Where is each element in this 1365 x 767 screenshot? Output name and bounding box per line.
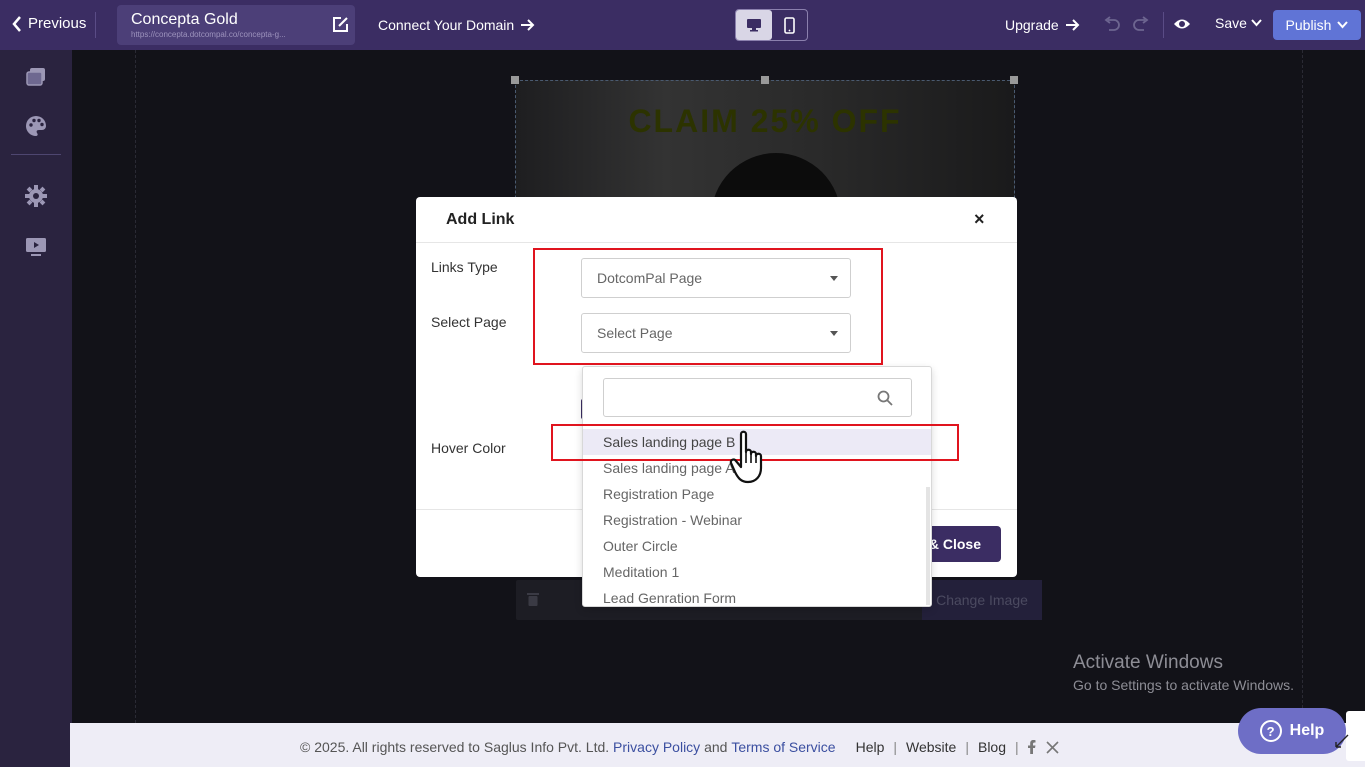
upgrade-button[interactable]: Upgrade bbox=[1005, 17, 1080, 33]
dropdown-option[interactable]: Registration - Webinar bbox=[583, 507, 931, 533]
guide-line bbox=[1302, 50, 1303, 723]
resize-handle[interactable] bbox=[761, 76, 769, 84]
resize-handle[interactable] bbox=[1010, 76, 1018, 84]
preview-eye-icon[interactable] bbox=[1173, 17, 1191, 31]
connect-domain-button[interactable]: Connect Your Domain bbox=[378, 17, 535, 33]
change-image-button[interactable]: Change Image bbox=[922, 580, 1042, 620]
trash-icon[interactable] bbox=[526, 591, 540, 607]
dropdown-option[interactable]: Lead Genration Form bbox=[583, 585, 931, 606]
top-bar: Previous Concepta Gold https://concepta.… bbox=[0, 0, 1365, 50]
device-toggle bbox=[735, 9, 808, 41]
close-icon[interactable]: × bbox=[974, 209, 985, 230]
dropdown-option[interactable]: Sales landing page B bbox=[583, 429, 931, 455]
resize-handle[interactable] bbox=[511, 76, 519, 84]
dropdown-option[interactable]: Meditation 1 bbox=[583, 559, 931, 585]
left-sidebar bbox=[0, 50, 72, 767]
resize-corner[interactable] bbox=[1335, 711, 1365, 761]
hover-color-label: Hover Color bbox=[431, 440, 506, 456]
redo-icon[interactable] bbox=[1133, 16, 1150, 32]
help-widget-label: Help bbox=[1289, 722, 1325, 739]
help-widget-button[interactable]: ? Help bbox=[1238, 708, 1346, 754]
save-label: Save bbox=[1215, 15, 1247, 31]
publish-label: Publish bbox=[1285, 17, 1332, 33]
facebook-icon[interactable] bbox=[1027, 740, 1036, 754]
modal-header: Add Link × bbox=[416, 197, 1017, 243]
select-page-select[interactable]: Select Page bbox=[581, 313, 851, 353]
dropdown-option[interactable]: Outer Circle bbox=[583, 533, 931, 559]
arrow-right-icon bbox=[521, 19, 535, 31]
footer-content: © 2025. All rights reserved to Saglus In… bbox=[300, 739, 1059, 755]
caret-down-icon bbox=[830, 276, 838, 281]
privacy-policy-link[interactable]: Privacy Policy bbox=[613, 739, 700, 755]
footer-website-link[interactable]: Website bbox=[906, 739, 956, 755]
dropdown-search-input[interactable] bbox=[604, 379, 864, 416]
dropdown-option[interactable]: Sales landing page A bbox=[583, 455, 931, 481]
palette-icon bbox=[26, 116, 46, 136]
chevron-down-icon bbox=[1337, 21, 1349, 29]
select-page-label: Select Page bbox=[431, 314, 507, 330]
divider bbox=[11, 154, 61, 155]
divider bbox=[95, 12, 96, 38]
dropdown-option[interactable]: Registration Page bbox=[583, 481, 931, 507]
expand-icon bbox=[1335, 734, 1349, 748]
copyright-text: © 2025. All rights reserved to Saglus In… bbox=[300, 739, 610, 755]
undo-icon[interactable] bbox=[1103, 16, 1120, 32]
divider bbox=[1163, 12, 1164, 38]
footer: © 2025. All rights reserved to Saglus In… bbox=[70, 723, 1365, 767]
modal-title: Add Link bbox=[446, 211, 515, 228]
previous-label: Previous bbox=[28, 15, 87, 32]
caret-down-icon bbox=[830, 331, 838, 336]
select-page-placeholder: Select Page bbox=[597, 325, 673, 341]
arrow-right-icon bbox=[1065, 19, 1080, 31]
windows-watermark-subtitle: Go to Settings to activate Windows. bbox=[1073, 677, 1294, 693]
sidebar-item-preview[interactable] bbox=[25, 236, 47, 258]
dropdown-scrollbar[interactable] bbox=[926, 487, 930, 605]
save-dropdown-button[interactable]: Save bbox=[1215, 15, 1262, 31]
windows-watermark-title: Activate Windows bbox=[1073, 652, 1223, 673]
sidebar-item-settings[interactable] bbox=[25, 185, 47, 207]
sidebar-item-pages[interactable] bbox=[25, 66, 47, 88]
and-text: and bbox=[704, 739, 728, 755]
links-type-select[interactable]: DotcomPal Page bbox=[581, 258, 851, 298]
page-dropdown: Sales landing page B Sales landing page … bbox=[582, 366, 932, 607]
x-twitter-icon[interactable] bbox=[1046, 740, 1059, 754]
footer-help-link[interactable]: Help bbox=[856, 739, 885, 755]
footer-blog-link[interactable]: Blog bbox=[978, 739, 1006, 755]
mobile-icon bbox=[783, 16, 795, 34]
dropdown-list: Sales landing page B Sales landing page … bbox=[583, 429, 931, 606]
desktop-icon bbox=[746, 19, 761, 32]
sidebar-item-theme[interactable] bbox=[25, 115, 47, 137]
desktop-view-button[interactable] bbox=[736, 10, 772, 40]
edit-icon[interactable] bbox=[332, 16, 349, 33]
guide-line bbox=[135, 50, 136, 723]
question-icon: ? bbox=[1259, 720, 1282, 742]
site-name: Concepta Gold bbox=[131, 11, 238, 28]
previous-button[interactable]: Previous bbox=[12, 15, 86, 32]
connect-domain-label: Connect Your Domain bbox=[378, 17, 515, 33]
hero-headline: CLAIM 25% OFF bbox=[628, 103, 902, 139]
site-url: https://concepta.dotcompal.co/concepta-g… bbox=[131, 30, 286, 39]
terms-link[interactable]: Terms of Service bbox=[731, 739, 835, 755]
chevron-down-icon bbox=[1251, 19, 1262, 27]
links-type-label: Links Type bbox=[431, 259, 498, 275]
dropdown-search bbox=[603, 378, 912, 417]
site-title-box[interactable]: Concepta Gold https://concepta.dotcompal… bbox=[117, 5, 355, 45]
chevron-left-icon bbox=[12, 15, 21, 32]
gear-icon bbox=[25, 185, 47, 207]
upgrade-label: Upgrade bbox=[1005, 17, 1059, 33]
monitor-play-icon bbox=[26, 238, 46, 256]
mobile-view-button[interactable] bbox=[772, 10, 808, 40]
search-icon bbox=[877, 390, 893, 406]
publish-button[interactable]: Publish bbox=[1273, 10, 1361, 40]
layers-icon bbox=[26, 68, 45, 86]
links-type-value: DotcomPal Page bbox=[597, 270, 703, 286]
